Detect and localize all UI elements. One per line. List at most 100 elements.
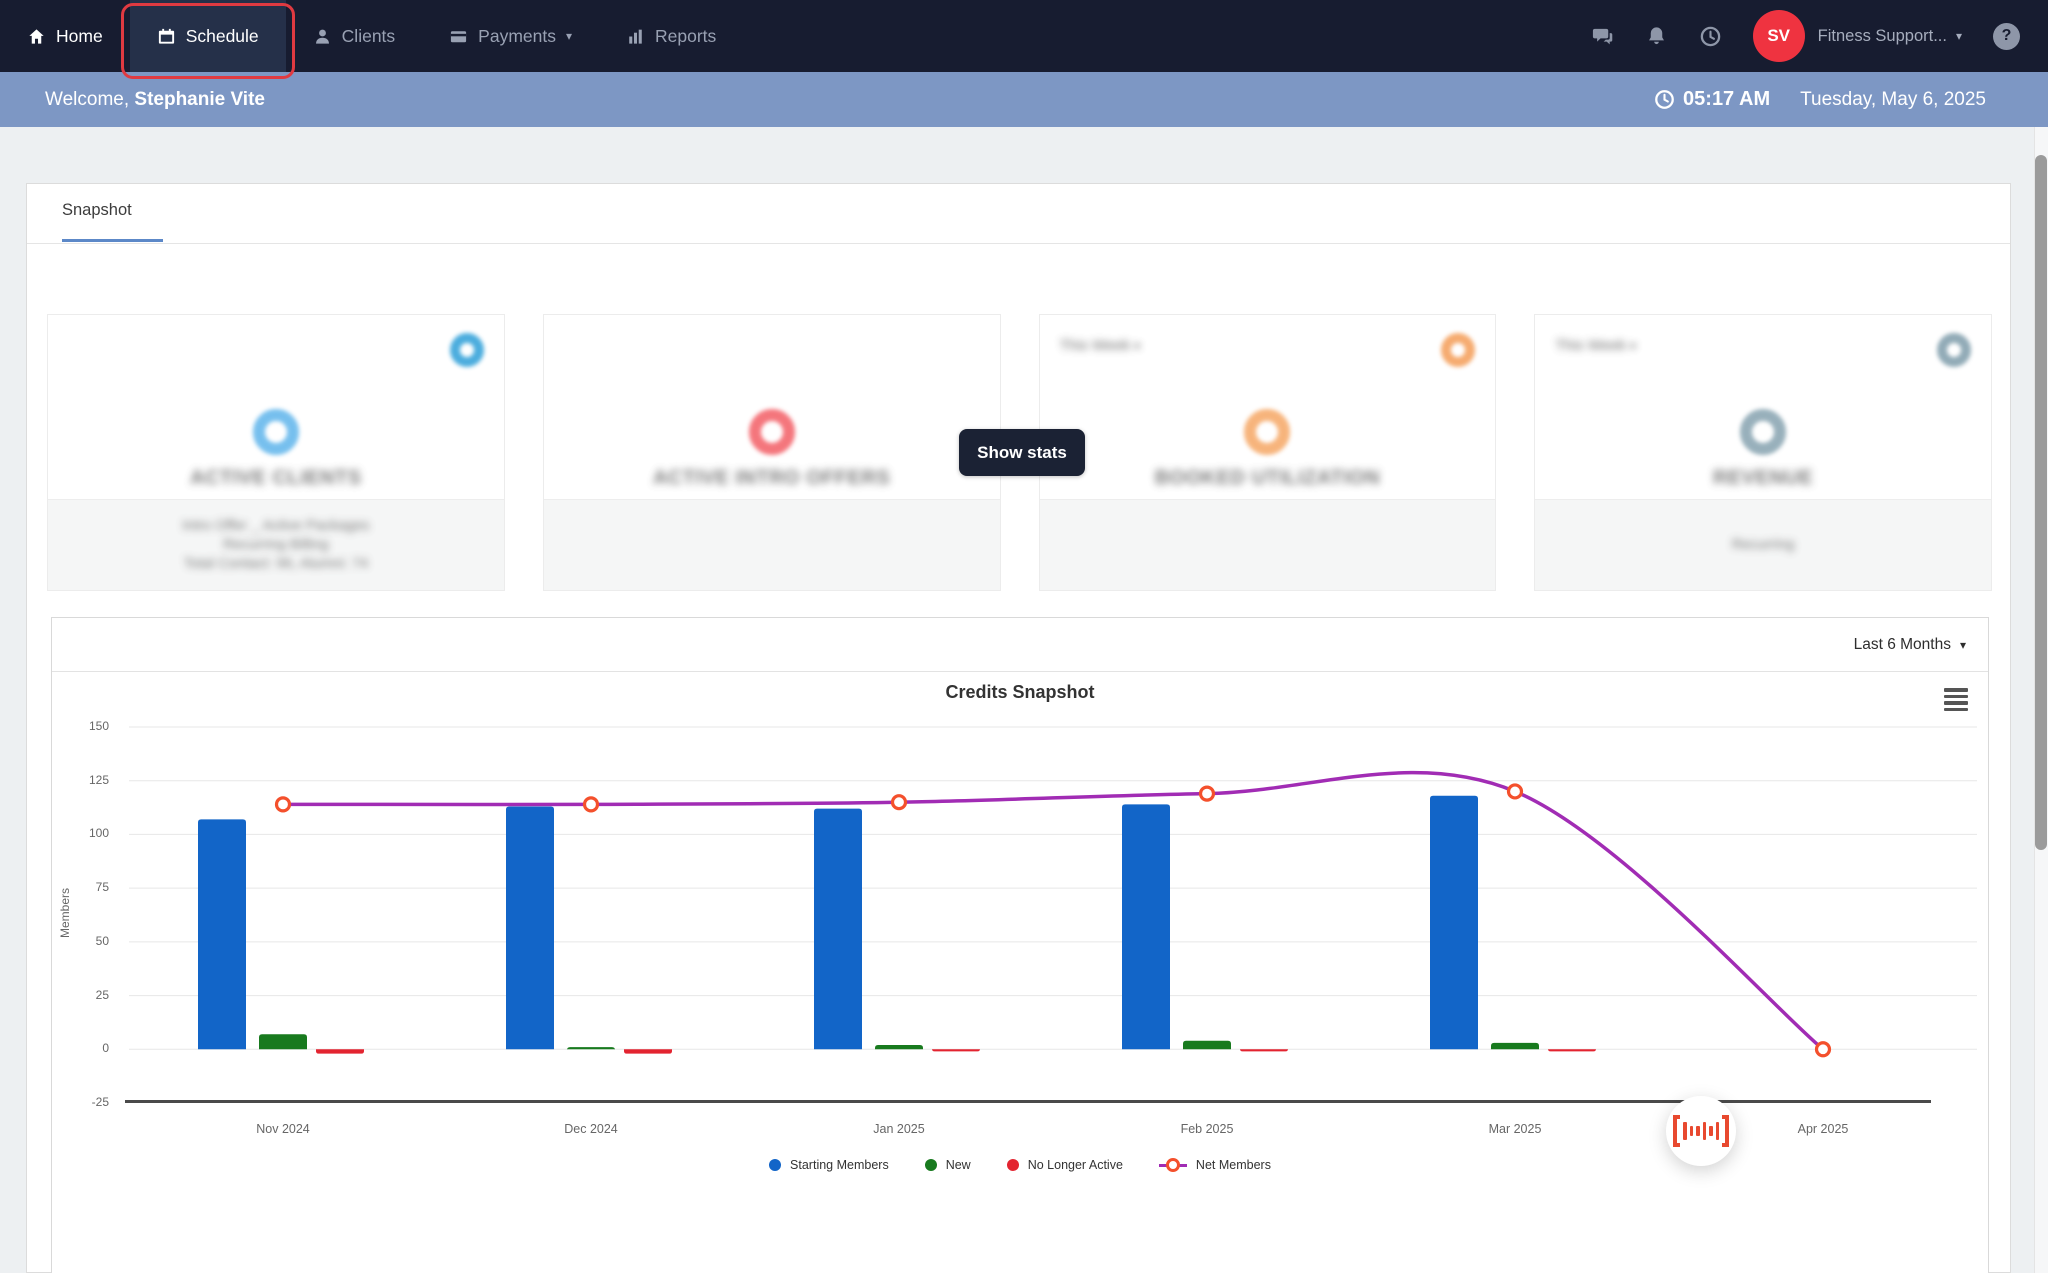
main-panel: Snapshot ACTIVE CLIENTS Intro Offer _ Ac… <box>26 183 2011 1273</box>
card-footer: Intro Offer _ Active Packages Recurring … <box>48 499 504 590</box>
nav-item-payments[interactable]: Payments ▾ <box>422 0 599 72</box>
x-tick-label: Nov 2024 <box>256 1122 310 1136</box>
help-button[interactable]: ? <box>1993 22 2020 50</box>
tab-snapshot[interactable]: Snapshot <box>62 201 132 220</box>
legend-item-net-members[interactable]: Net Members <box>1158 1158 1271 1172</box>
x-tick-label: Mar 2025 <box>1488 1122 1542 1136</box>
account-menu[interactable]: Fitness Support... ▾ <box>1818 27 1962 46</box>
y-tick-label: 0 <box>102 1041 109 1056</box>
marker-net-members[interactable] <box>1506 783 1524 800</box>
chart-range-selector[interactable]: Last 6 Months ▾ <box>52 618 1988 672</box>
page-scrollbar-thumb[interactable] <box>2035 155 2047 850</box>
legend-item-starting-members[interactable]: Starting Members <box>769 1158 889 1172</box>
y-tick-label: 25 <box>95 987 109 1002</box>
question-mark-icon: ? <box>2001 27 2012 44</box>
card-title: ACTIVE CLIENTS <box>190 467 362 489</box>
account-name: Fitness Support... <box>1817 26 1947 45</box>
x-tick-label: Jan 2025 <box>873 1122 925 1136</box>
donut-icon <box>1244 409 1291 455</box>
card-body: ACTIVE CLIENTS <box>48 315 504 500</box>
legend-dot-icon <box>1006 1159 1019 1171</box>
bar-starting-members[interactable] <box>1430 795 1478 1050</box>
clock-icon <box>1655 90 1674 109</box>
bar-new[interactable] <box>875 1044 923 1050</box>
bar-new[interactable] <box>259 1034 307 1050</box>
chart-menu-button[interactable] <box>1944 688 1968 711</box>
dashboard-screen: Home Schedule Clients Payments ▾ Reports <box>0 0 2048 1273</box>
card-active-clients: ACTIVE CLIENTS Intro Offer _ Active Pack… <box>47 314 505 591</box>
show-stats-button[interactable]: Show stats <box>959 429 1085 476</box>
card-title: BOOKED UTILIZATION <box>1154 467 1381 489</box>
history-button[interactable] <box>1699 25 1722 48</box>
bar-starting-members[interactable] <box>814 808 862 1050</box>
bar-no-longer-active[interactable] <box>624 1049 672 1054</box>
current-time: 05:17 AM <box>1654 88 1770 111</box>
nav-item-clients[interactable]: Clients <box>286 0 423 72</box>
bar-new[interactable] <box>1183 1040 1231 1050</box>
welcome-bar: Welcome, Stephanie Vite 05:17 AM Tuesday… <box>0 72 2048 127</box>
x-tick-label: Dec 2024 <box>564 1122 618 1136</box>
legend-label: No Longer Active <box>1027 1158 1123 1172</box>
bar-starting-members[interactable] <box>506 806 554 1050</box>
welcome-prefix: Welcome, <box>45 88 135 110</box>
avatar[interactable]: SV <box>1752 10 1805 62</box>
time-text: 05:17 AM <box>1683 88 1771 110</box>
legend-dot-icon <box>769 1159 782 1171</box>
donut-icon <box>1740 409 1787 455</box>
marker-net-members[interactable] <box>274 796 292 813</box>
bar-no-longer-active[interactable] <box>1240 1048 1288 1052</box>
card-footer-line: Intro Offer _ Active Packages <box>182 518 370 534</box>
y-tick-label: 100 <box>88 826 109 841</box>
card-footer <box>543 499 1000 590</box>
chart-title: Credits Snapshot <box>945 682 1095 702</box>
nav-item-label: Home <box>56 25 103 46</box>
marker-net-members[interactable] <box>582 796 600 813</box>
bar-no-longer-active[interactable] <box>316 1049 364 1054</box>
bar-no-longer-active[interactable] <box>932 1048 980 1052</box>
page-scrollbar-track[interactable] <box>2034 127 2048 1273</box>
clock-icon <box>1700 26 1720 46</box>
nav-item-schedule[interactable]: Schedule <box>120 0 295 79</box>
nav-item-label: Payments <box>478 25 556 46</box>
chart-plot-area: 150 125 100 75 50 25 0 -25 Nov 2024 Dec 2024 Jan … <box>58 719 1977 1136</box>
nav-item-reports[interactable]: Reports <box>599 0 743 72</box>
welcome-message: Welcome, Stephanie Vite <box>45 89 265 111</box>
legend-item-new[interactable]: New <box>924 1158 971 1172</box>
person-icon <box>315 29 329 44</box>
bar-starting-members[interactable] <box>198 819 246 1050</box>
nav-item-label: Schedule <box>185 25 259 46</box>
marker-net-members[interactable] <box>890 794 908 811</box>
x-tick-label: Apr 2025 <box>1797 1122 1849 1136</box>
chart-canvas <box>125 726 1977 1103</box>
donut-icon <box>252 409 299 455</box>
y-tick-label: 150 <box>88 719 109 733</box>
nav-item-home[interactable]: Home <box>0 0 130 72</box>
datetime-group: 05:17 AM Tuesday, May 6, 2025 <box>1654 88 1986 111</box>
bar-no-longer-active[interactable] <box>1548 1048 1596 1052</box>
tab-active-underline <box>62 239 163 242</box>
legend-item-no-longer-active[interactable]: No Longer Active <box>1006 1158 1123 1172</box>
marker-net-members[interactable] <box>1814 1041 1832 1058</box>
credit-card-icon <box>451 30 467 42</box>
y-tick-label: 50 <box>95 933 109 948</box>
card-footer-line: Recurring <box>1731 537 1795 553</box>
y-tick-label: 75 <box>95 880 109 895</box>
card-title: ACTIVE INTRO OFFERS <box>652 467 891 489</box>
card-body: BOOKED UTILIZATION <box>1040 315 1496 500</box>
y-tick-label: -25 <box>91 1095 109 1109</box>
marker-net-members[interactable] <box>1198 785 1216 802</box>
card-body: ACTIVE INTRO OFFERS <box>544 315 1000 500</box>
top-navbar: Home Schedule Clients Payments ▾ Reports <box>0 0 2048 79</box>
bar-starting-members[interactable] <box>1122 804 1170 1050</box>
avatar-initials: SV <box>1767 26 1790 45</box>
chevron-down-icon: ▾ <box>1959 637 1966 652</box>
nav-right-group: SV Fitness Support... ▾ ? <box>1591 0 2048 72</box>
notifications-button[interactable] <box>1645 25 1668 48</box>
chevron-down-icon: ▾ <box>1955 29 1962 43</box>
user-name: Stephanie Vite <box>134 88 265 110</box>
legend-line-marker-icon <box>1158 1158 1187 1172</box>
card-footer-line: Total Contact: 96, Alumni: 74 <box>183 556 369 572</box>
bar-new[interactable] <box>1491 1042 1539 1050</box>
card-body: REVENUE <box>1535 315 1991 500</box>
messages-button[interactable] <box>1591 25 1614 48</box>
